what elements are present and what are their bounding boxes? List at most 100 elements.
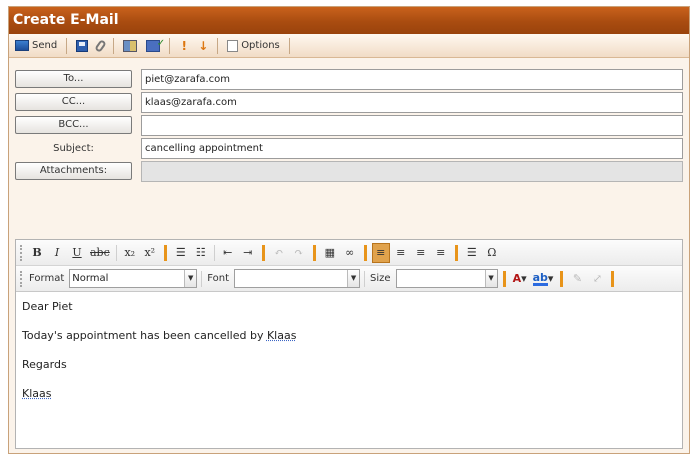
toolbar-group-bar: [560, 270, 564, 287]
toolbar-separator: [66, 37, 68, 54]
toolbar-separator: [115, 244, 117, 261]
toolbar-grip: [20, 270, 23, 287]
attachments-row: Attachments:: [15, 160, 683, 182]
table-icon[interactable]: ▦: [321, 243, 339, 263]
body-greeting: Dear Piet: [22, 300, 73, 313]
send-button[interactable]: Send: [12, 36, 60, 56]
toolbar-separator: [213, 244, 215, 261]
to-row: To... piet@zarafa.com: [15, 68, 683, 90]
body-signature: Klaas: [22, 387, 52, 400]
editor-toolbar-1: B I U abc x₂ x² ☰ ☷ ⇤ ⇥ ↶ ↷ ▦ ∞ ≡ ≡ ≡ ≡ …: [16, 240, 682, 266]
toolbar-group-bar: [502, 270, 506, 287]
address-book-icon: [123, 39, 138, 52]
text-color-icon: A: [512, 272, 522, 285]
high-priority-icon: !: [181, 38, 187, 53]
attach-button[interactable]: [94, 36, 107, 56]
size-value: [397, 270, 485, 287]
align-left-icon[interactable]: ≡: [371, 242, 390, 263]
format-select[interactable]: Normal ▼: [69, 269, 198, 288]
low-priority-button[interactable]: ↓: [195, 36, 211, 56]
attachments-field: [141, 160, 683, 182]
attach-icon: [94, 38, 107, 53]
toolbar-separator: [113, 37, 115, 54]
spellcheck-icon: [146, 38, 165, 52]
size-select[interactable]: ▼: [395, 269, 498, 288]
cc-row: CC... klaas@zarafa.com: [15, 91, 683, 113]
options-icon: [227, 39, 239, 52]
body-regards: Regards: [22, 358, 67, 371]
undo-icon[interactable]: ↶: [270, 243, 288, 263]
toolbar-separator: [169, 37, 171, 54]
outdent-icon[interactable]: ⇤: [219, 243, 237, 263]
to-button[interactable]: To...: [15, 70, 132, 88]
attachments-button[interactable]: Attachments:: [15, 162, 132, 180]
redo-icon[interactable]: ↷: [290, 243, 308, 263]
link-icon[interactable]: ∞: [341, 243, 359, 263]
background-color-button[interactable]: ab ▾: [531, 269, 556, 289]
toolbar-grip: [20, 244, 23, 261]
address-book-button[interactable]: [120, 36, 140, 56]
subject-row: Subject: cancelling appointment: [15, 137, 683, 159]
low-priority-icon: ↓: [198, 38, 209, 53]
chevron-down-icon: ▼: [184, 270, 197, 287]
subscript-button[interactable]: x₂: [121, 243, 139, 263]
horizontal-rule-icon[interactable]: ☰: [463, 243, 481, 263]
email-body[interactable]: Dear Piet Today's appointment has been c…: [16, 292, 682, 424]
toolbar-separator: [288, 37, 290, 54]
editor-toolbar-2: Format Normal ▼ Font ▼ Size ▼ A ▾ ab ▾ ✎ ⤢: [16, 266, 682, 292]
align-center-icon[interactable]: ≡: [392, 243, 410, 263]
bold-button[interactable]: B: [28, 243, 46, 263]
superscript-button[interactable]: x²: [141, 243, 159, 263]
save-icon: [76, 39, 89, 52]
justify-icon[interactable]: ≡: [432, 243, 450, 263]
background-color-icon: ab: [532, 270, 548, 286]
create-email-window: Create E-Mail Send ! ↓ Options To... pie…: [8, 6, 690, 454]
size-label: Size: [370, 273, 391, 284]
underline-button[interactable]: U: [68, 243, 86, 263]
subject-field[interactable]: cancelling appointment: [141, 137, 683, 159]
toolbar-separator: [217, 37, 219, 54]
high-priority-button[interactable]: !: [176, 36, 192, 56]
to-field[interactable]: piet@zarafa.com: [141, 68, 683, 90]
bcc-button[interactable]: BCC...: [15, 116, 132, 134]
toolbar-group-bar: [611, 270, 615, 287]
send-label: Send: [32, 40, 58, 51]
special-character-icon[interactable]: Ω: [483, 243, 501, 263]
chevron-down-icon: ▼: [347, 270, 360, 287]
cc-button[interactable]: CC...: [15, 93, 132, 111]
options-label: Options: [241, 40, 280, 51]
options-button[interactable]: Options: [224, 36, 283, 56]
source-icon[interactable]: ✎: [568, 269, 586, 289]
toolbar-group-bar: [363, 244, 367, 261]
subject-label: Subject:: [53, 142, 94, 154]
format-value: Normal: [72, 273, 109, 284]
window-title: Create E-Mail: [9, 7, 689, 34]
text-color-button[interactable]: A ▾: [511, 269, 529, 289]
indent-icon[interactable]: ⇥: [239, 243, 257, 263]
chevron-down-icon: ▼: [484, 270, 497, 287]
toolbar-separator: [201, 270, 203, 287]
send-icon: [15, 40, 29, 51]
font-value: [235, 270, 347, 287]
body-line-1-name: Klaas: [266, 329, 297, 342]
body-line-1-text: Today's appointment has been cancelled b…: [22, 329, 267, 342]
cc-field[interactable]: klaas@zarafa.com: [141, 91, 683, 113]
save-button[interactable]: [73, 36, 91, 56]
spellcheck-button[interactable]: [143, 36, 165, 56]
toolbar-group-bar: [454, 244, 458, 261]
align-right-icon[interactable]: ≡: [412, 243, 430, 263]
bcc-field[interactable]: [141, 114, 683, 136]
format-label: Format: [29, 273, 65, 284]
toolbar-group-bar: [163, 244, 167, 261]
bcc-row: BCC...: [15, 114, 683, 136]
maximize-icon[interactable]: ⤢: [588, 269, 606, 289]
italic-button[interactable]: I: [48, 243, 66, 263]
email-header-form: To... piet@zarafa.com CC... klaas@zarafa…: [9, 58, 689, 182]
bulleted-list-icon[interactable]: ☷: [192, 243, 210, 263]
toolbar-separator: [364, 270, 366, 287]
numbered-list-icon[interactable]: ☰: [172, 243, 190, 263]
main-toolbar: Send ! ↓ Options: [9, 34, 689, 58]
strikethrough-button[interactable]: abc: [88, 243, 112, 263]
font-select[interactable]: ▼: [234, 269, 361, 288]
font-label: Font: [207, 273, 230, 284]
